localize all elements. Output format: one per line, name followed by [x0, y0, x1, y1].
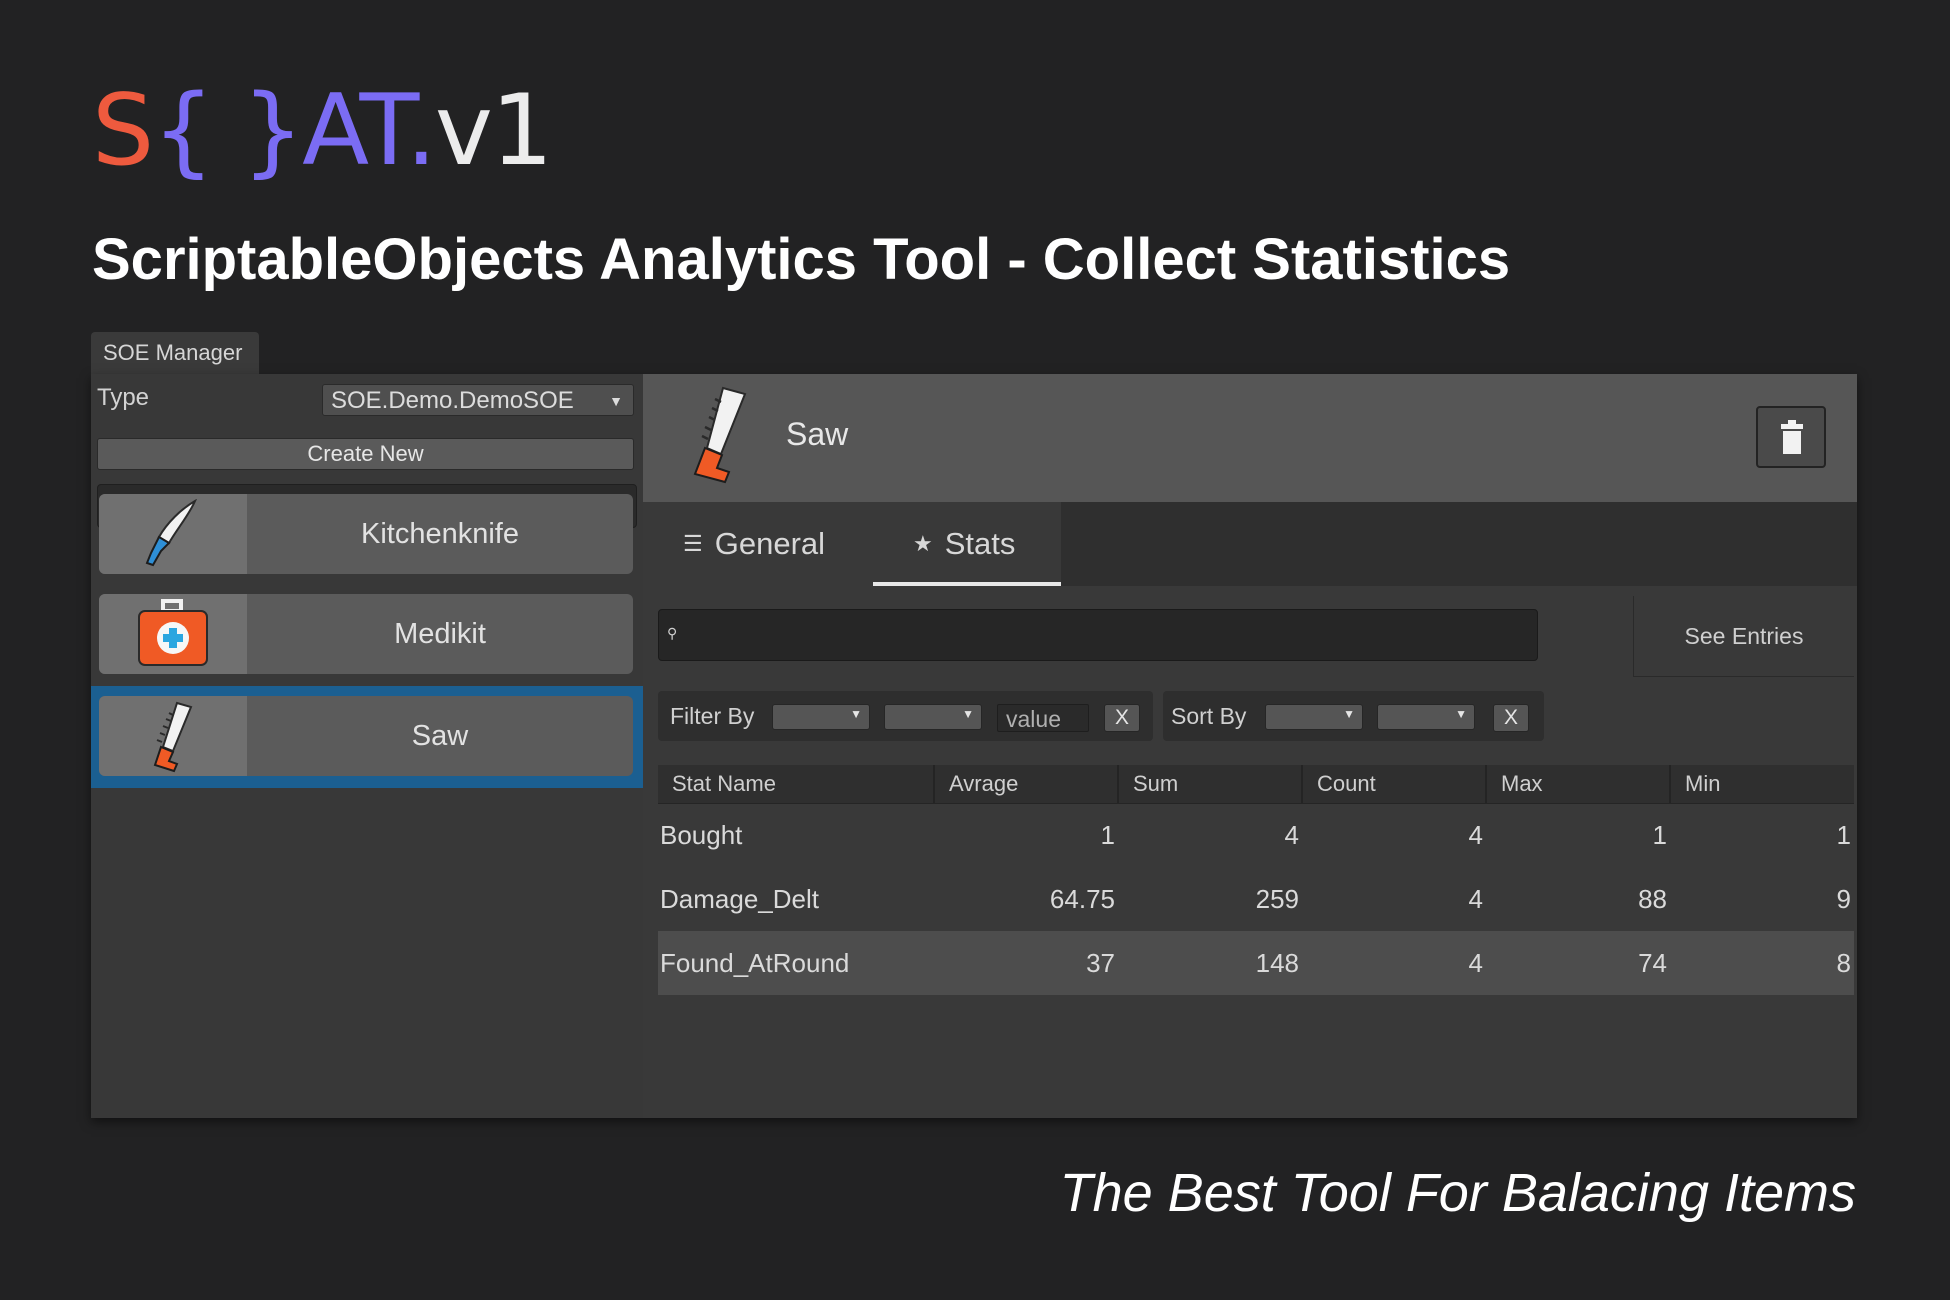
list-item-kitchenknife[interactable]: Kitchenknife: [99, 494, 633, 574]
see-entries-button[interactable]: See Entries: [1633, 596, 1854, 677]
medkit-icon: [138, 599, 208, 666]
column-min[interactable]: Min: [1671, 765, 1854, 803]
filter-operator-select[interactable]: ▼: [884, 704, 982, 730]
list-item-label: Medikit: [394, 618, 486, 650]
cell-count: 4: [1468, 884, 1483, 914]
app-logo: S{ }AT.v1: [92, 82, 553, 180]
create-new-button[interactable]: Create New: [97, 438, 634, 470]
chevron-down-icon: ▼: [1343, 707, 1355, 721]
saw-icon: [693, 386, 747, 484]
saw-icon: [153, 701, 193, 773]
tab-stats[interactable]: ★ Stats: [873, 502, 1061, 586]
filter-by-label: Filter By: [670, 703, 755, 729]
list-item-medikit[interactable]: Medikit: [99, 594, 633, 674]
type-select-value: SOE.Demo.DemoSOE: [331, 387, 574, 414]
table-header: Stat Name Avrage Sum Count Max Min: [658, 765, 1854, 804]
column-sum[interactable]: Sum: [1119, 765, 1303, 803]
selected-item-card: Saw: [99, 696, 633, 776]
column-avrage[interactable]: Avrage: [935, 765, 1119, 803]
filter-bar: Filter By ▼ ▼ value X: [658, 691, 1153, 741]
column-count[interactable]: Count: [1303, 765, 1487, 803]
type-select[interactable]: SOE.Demo.DemoSOE ▼: [322, 384, 634, 416]
cell-stat-name: Damage_Delt: [660, 884, 819, 914]
list-icon: ☰: [683, 531, 703, 556]
cell-count: 4: [1468, 820, 1483, 850]
cell-sum: 4: [1284, 820, 1299, 850]
cell-count: 4: [1468, 948, 1483, 978]
chevron-down-icon: ▼: [850, 707, 862, 721]
item-header-icon-wrap: [675, 384, 755, 495]
list-item-saw[interactable]: Saw: [91, 686, 643, 788]
sort-field-select[interactable]: ▼: [1265, 704, 1363, 730]
window-tab[interactable]: SOE Manager: [91, 332, 259, 374]
chevron-down-icon: ▼: [1455, 707, 1467, 721]
soe-manager-window: SOE Manager Type SOE.Demo.DemoSOE ▼ Crea…: [91, 332, 1857, 1118]
delete-item-button[interactable]: [1756, 406, 1826, 468]
chevron-down-icon: ▼: [609, 393, 623, 409]
column-stat-name[interactable]: Stat Name: [658, 765, 935, 803]
table-row[interactable]: Bought 1 4 4 1 1: [658, 803, 1854, 867]
logo-braces: { }: [152, 74, 304, 188]
cell-sum: 148: [1255, 948, 1299, 978]
cell-avg: 37: [1086, 948, 1115, 978]
detail-panel: Saw ☰ General ★ Stats ⚲ See Entries Filt…: [643, 374, 1857, 1118]
logo-version: v1: [434, 74, 553, 188]
tagline: The Best Tool For Balacing Items: [1059, 1163, 1856, 1223]
sort-order-select[interactable]: ▼: [1377, 704, 1475, 730]
item-thumbnail: [99, 594, 247, 674]
sort-by-label: Sort By: [1171, 703, 1247, 729]
cell-stat-name: Bought: [660, 820, 743, 850]
sort-clear-button[interactable]: X: [1493, 704, 1529, 732]
filter-field-select[interactable]: ▼: [772, 704, 870, 730]
table-row[interactable]: Damage_Delt 64.75 259 4 88 9: [658, 867, 1854, 931]
logo-at: AT: [302, 74, 408, 188]
cell-sum: 259: [1255, 884, 1299, 914]
left-panel: Type SOE.Demo.DemoSOE ▼ Create New ⚲ Kit…: [91, 374, 643, 1118]
item-title: Saw: [786, 416, 849, 452]
list-item-label: Saw: [411, 720, 469, 752]
search-icon: ⚲: [667, 625, 678, 641]
cell-max: 1: [1652, 820, 1667, 850]
window-body: Type SOE.Demo.DemoSOE ▼ Create New ⚲ Kit…: [91, 374, 1857, 1118]
cell-stat-name: Found_AtRound: [660, 948, 850, 978]
tab-general[interactable]: ☰ General: [643, 502, 873, 586]
tab-stats-label: Stats: [944, 526, 1016, 561]
cell-min: 1: [1836, 820, 1851, 850]
trash-icon: [1781, 420, 1803, 454]
filter-value-input[interactable]: value: [997, 704, 1089, 732]
cell-min: 8: [1836, 948, 1851, 978]
item-thumbnail: [99, 494, 247, 574]
logo-dot: .: [405, 74, 437, 188]
logo-s: S: [92, 74, 154, 188]
item-thumbnail: [99, 696, 247, 776]
cell-avg: 64.75: [1049, 884, 1115, 914]
tab-strip: ☰ General ★ Stats: [643, 502, 1857, 586]
cell-min: 9: [1836, 884, 1851, 914]
list-item-label: Kitchenknife: [361, 518, 519, 550]
cell-max: 74: [1638, 948, 1667, 978]
stats-search-input[interactable]: ⚲: [658, 609, 1538, 661]
cell-max: 88: [1638, 884, 1667, 914]
column-max[interactable]: Max: [1487, 765, 1671, 803]
filter-clear-button[interactable]: X: [1104, 704, 1140, 732]
item-header: Saw: [643, 374, 1857, 502]
cell-avg: 1: [1100, 820, 1115, 850]
type-label: Type: [97, 384, 150, 411]
table-row[interactable]: Found_AtRound 37 148 4 74 8: [658, 931, 1854, 995]
chevron-down-icon: ▼: [962, 707, 974, 721]
sort-bar: Sort By ▼ ▼ X: [1163, 691, 1544, 741]
star-icon: ★: [913, 531, 933, 556]
knife-icon: [145, 499, 197, 567]
tab-general-label: General: [714, 526, 826, 561]
headline: ScriptableObjects Analytics Tool - Colle…: [92, 227, 1511, 292]
active-tab-indicator: [873, 582, 1061, 586]
